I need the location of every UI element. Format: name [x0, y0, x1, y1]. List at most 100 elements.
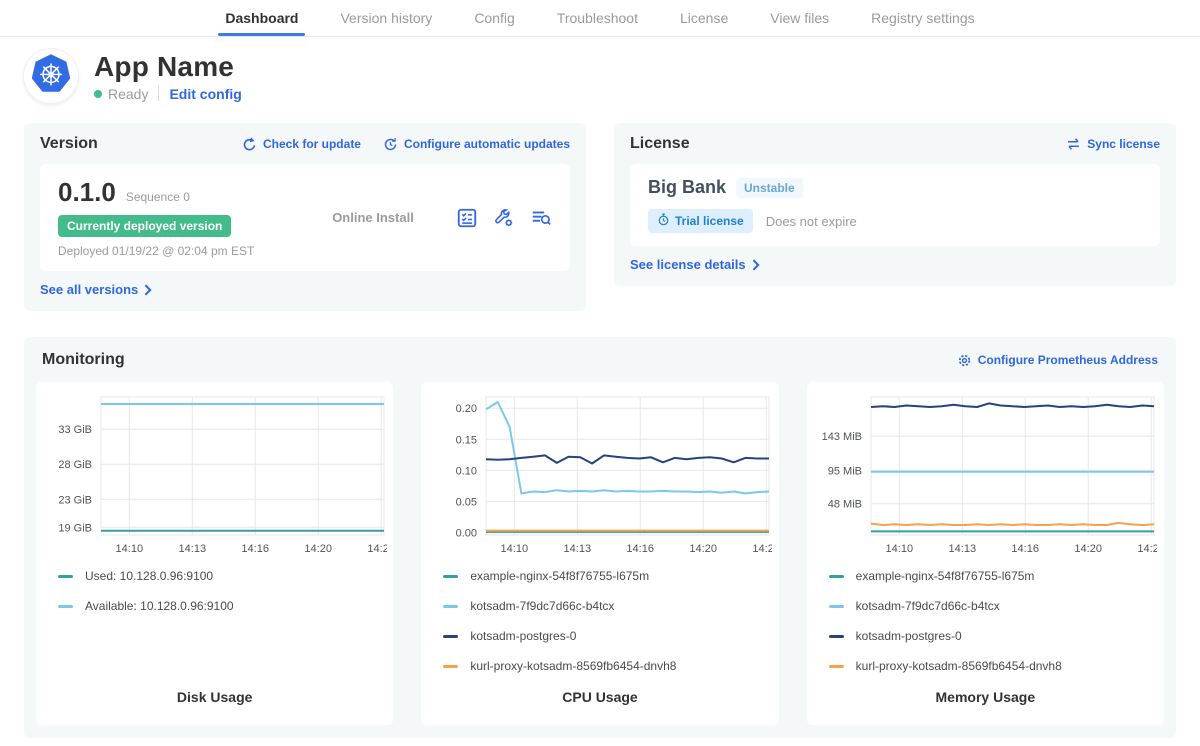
see-all-versions-link[interactable]: See all versions [40, 282, 152, 297]
svg-text:14:20: 14:20 [304, 543, 332, 555]
svg-text:14:16: 14:16 [626, 543, 654, 555]
legend-color-dash [443, 635, 458, 638]
svg-text:14:13: 14:13 [564, 543, 592, 555]
legend-color-dash [443, 575, 458, 578]
configure-automatic-updates-button[interactable]: Configure automatic updates [383, 137, 570, 152]
edit-config-link[interactable]: Edit config [169, 86, 241, 102]
refresh-icon [242, 137, 257, 152]
svg-text:19 GiB: 19 GiB [58, 522, 92, 534]
license-title: License [630, 135, 690, 153]
see-license-details-link[interactable]: See license details [630, 257, 760, 272]
sync-license-button[interactable]: Sync license [1066, 137, 1160, 151]
trial-license-label: Trial license [675, 214, 744, 228]
see-all-versions-row: See all versions [40, 282, 570, 297]
svg-text:0.15: 0.15 [456, 434, 477, 446]
page-title: App Name [94, 51, 242, 83]
monitoring-header: Monitoring Configure Prometheus Address [42, 351, 1158, 369]
svg-text:143 MiB: 143 MiB [822, 431, 862, 443]
app-title-block: App Name Ready Edit config [94, 51, 242, 102]
svg-text:14:23: 14:23 [752, 543, 772, 555]
svg-text:14:10: 14:10 [501, 543, 529, 555]
deployed-timestamp: Deployed 01/19/22 @ 02:04 pm EST [58, 244, 290, 258]
diff-logs-search-icon[interactable] [530, 207, 552, 229]
chart-card-cpu-usage: 0.20 0.15 0.10 0.05 0.00 14:10 14:13 14:16 14:20… [421, 382, 778, 725]
svg-text:14:13: 14:13 [178, 543, 206, 555]
legend-color-dash [829, 635, 844, 638]
charts-row: 33 GiB 28 GiB 23 GiB 19 GiB 14:10 14:13 14:16 1… [36, 382, 1164, 725]
svg-text:0.10: 0.10 [456, 465, 477, 477]
nav-tab-version-history[interactable]: Version history [319, 0, 453, 36]
legend-color-dash [443, 605, 458, 608]
svg-text:0.05: 0.05 [456, 496, 477, 508]
configure-prometheus-label: Configure Prometheus Address [978, 353, 1158, 367]
version-number: 0.1.0 [58, 177, 116, 208]
legend-label: kotsadm-postgres-0 [470, 629, 576, 643]
svg-text:14:20: 14:20 [689, 543, 717, 555]
config-edit-wrench-icon[interactable] [493, 207, 515, 229]
legend-color-dash [58, 575, 73, 578]
svg-text:28 GiB: 28 GiB [58, 459, 92, 471]
svg-text:14:23: 14:23 [367, 543, 387, 555]
check-for-update-label: Check for update [263, 137, 361, 151]
status-label: Ready [108, 86, 148, 102]
line-chart: 0.20 0.15 0.10 0.05 0.00 14:10 14:13 14:16 14:20… [428, 391, 772, 559]
check-for-update-button[interactable]: Check for update [242, 137, 361, 152]
current-version-card: 0.1.0 Sequence 0 Currently deployed vers… [40, 164, 570, 271]
legend-item: kotsadm-7f9dc7d66c-b4tcx [829, 599, 1158, 613]
channel-badge: Unstable [736, 178, 803, 198]
svg-text:0.00: 0.00 [456, 528, 477, 540]
top-nav: DashboardVersion historyConfigTroublesho… [0, 0, 1200, 37]
nav-tab-dashboard[interactable]: Dashboard [204, 0, 319, 36]
kubernetes-icon [30, 53, 72, 100]
version-title: Version [40, 135, 98, 153]
version-sequence: Sequence 0 [126, 190, 190, 204]
svg-text:95 MiB: 95 MiB [828, 465, 862, 477]
nav-tab-license[interactable]: License [659, 0, 749, 36]
svg-text:14:23: 14:23 [1138, 543, 1158, 555]
license-panel-header: License Sync license [630, 135, 1160, 153]
monitoring-panel: Monitoring Configure Prometheus Address … [24, 337, 1176, 738]
legend-color-dash [829, 665, 844, 668]
legend-label: kotsadm-7f9dc7d66c-b4tcx [470, 599, 614, 613]
see-license-details-label: See license details [630, 257, 746, 272]
svg-text:48 MiB: 48 MiB [828, 499, 862, 511]
chart-legend: Used: 10.128.0.96:9100Available: 10.128.… [42, 569, 387, 629]
line-chart: 33 GiB28 GiB23 GiB19 GiB14:1014:1314:161… [43, 391, 387, 559]
legend-color-dash [443, 665, 458, 668]
chevron-right-icon [752, 259, 760, 271]
license-card: Big Bank Unstable Trial license Do [630, 164, 1160, 246]
license-expiry: Does not expire [766, 214, 857, 229]
app-header: App Name Ready Edit config [0, 37, 1200, 111]
legend-item: kotsadm-postgres-0 [443, 629, 772, 643]
license-panel: License Sync license Big Bank Unstable [614, 123, 1176, 286]
svg-text:0.20: 0.20 [456, 403, 477, 415]
status-badge: Ready [94, 86, 148, 102]
legend-item: Used: 10.128.0.96:9100 [58, 569, 387, 583]
nav-tab-registry-settings[interactable]: Registry settings [850, 0, 995, 36]
nav-tab-troubleshoot[interactable]: Troubleshoot [536, 0, 659, 36]
legend-item: kurl-proxy-kotsadm-8569fb6454-dnvh8 [443, 659, 772, 673]
legend-label: example-nginx-54f8f76755-l675m [856, 569, 1035, 583]
legend-color-dash [58, 605, 73, 608]
legend-label: kurl-proxy-kotsadm-8569fb6454-dnvh8 [856, 659, 1062, 673]
chart-legend: example-nginx-54f8f76755-l675m kotsadm-7f… [813, 569, 1158, 689]
svg-text:33 GiB: 33 GiB [58, 424, 92, 436]
gear-icon [957, 353, 972, 368]
monitoring-title: Monitoring [42, 351, 125, 369]
cards-row: Version Check for update [0, 123, 1200, 311]
trial-license-badge: Trial license [648, 209, 753, 233]
legend-label: Used: 10.128.0.96:9100 [85, 569, 213, 583]
customer-name: Big Bank [648, 177, 726, 198]
configure-prometheus-button[interactable]: Configure Prometheus Address [957, 353, 1158, 368]
clock-refresh-icon [383, 137, 398, 152]
version-panel: Version Check for update [24, 123, 586, 311]
legend-label: example-nginx-54f8f76755-l675m [470, 569, 649, 583]
sync-arrows-icon [1066, 137, 1081, 151]
nav-tab-config[interactable]: Config [453, 0, 535, 36]
legend-color-dash [829, 575, 844, 578]
nav-tab-view-files[interactable]: View files [749, 0, 850, 36]
svg-text:23 GiB: 23 GiB [58, 494, 92, 506]
version-header-links: Check for update Configure automatic upd… [242, 137, 570, 152]
preflight-checks-icon[interactable] [456, 207, 478, 229]
version-info: 0.1.0 Sequence 0 Currently deployed vers… [58, 177, 290, 258]
